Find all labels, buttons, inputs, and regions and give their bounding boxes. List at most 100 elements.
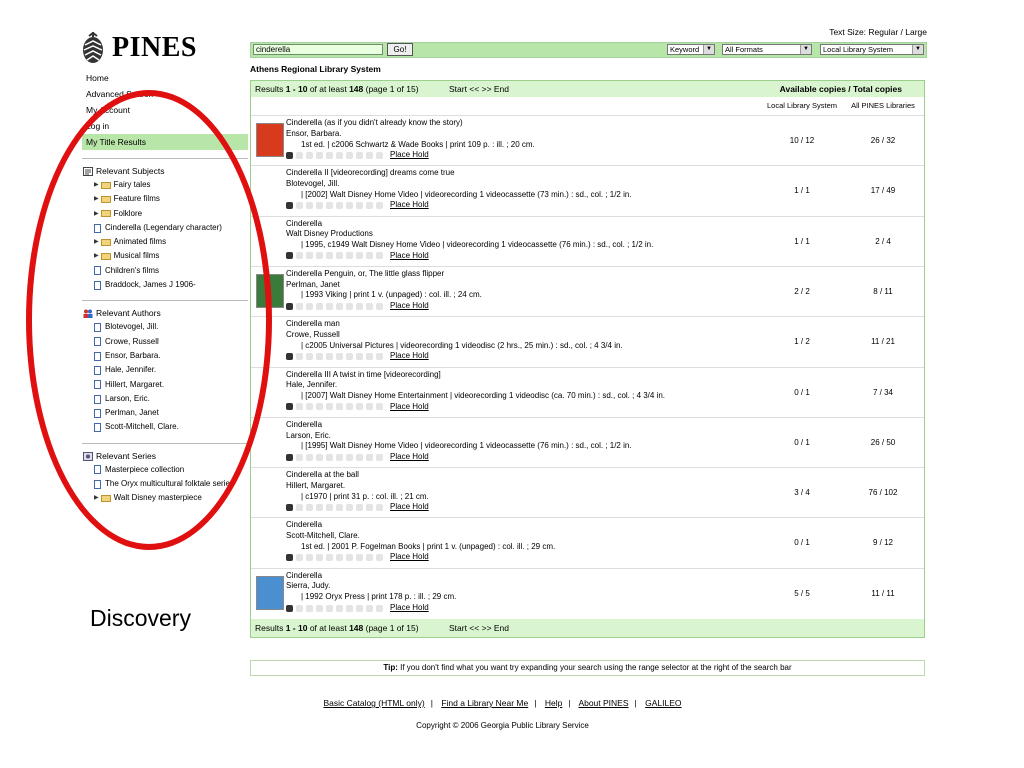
result-title[interactable]: Cinderella II [videorecording] dreams co… <box>286 168 766 179</box>
place-hold-link[interactable]: Place Hold <box>390 402 429 413</box>
format-icon <box>376 252 383 260</box>
result-author[interactable]: Scott-Mitchell, Clare. <box>286 531 766 542</box>
document-icon <box>94 479 101 489</box>
nav-home[interactable]: Home <box>82 70 248 86</box>
subject-item[interactable]: Braddock, James J 1906- <box>82 278 248 292</box>
result-info: Cinderella Walt Disney Productions | 199… <box>286 219 766 261</box>
expand-arrow-icon[interactable]: ▶ <box>94 207 99 221</box>
expand-arrow-icon[interactable]: ▶ <box>94 491 99 505</box>
series-item[interactable]: Masterpiece collection <box>82 463 248 477</box>
cover-thumbnail[interactable] <box>256 123 284 157</box>
result-title[interactable]: Cinderella Penguin, or, The little glass… <box>286 269 766 280</box>
result-details: | 1995, c1949 Walt Disney Home Video | v… <box>301 240 654 250</box>
author-item[interactable]: Blotevogel, Jill. <box>82 320 248 334</box>
format-icon <box>326 353 333 361</box>
series-item[interactable]: The Oryx multicultural folktale series <box>82 477 248 491</box>
format-icon <box>336 353 343 361</box>
subject-item[interactable]: ▶ Folklore <box>82 207 248 221</box>
format-icon <box>326 202 333 210</box>
results-page-nav[interactable]: Start << >> End <box>449 81 509 97</box>
place-hold-link[interactable]: Place Hold <box>390 552 429 563</box>
result-format-icons: Place Hold <box>286 301 766 311</box>
result-title[interactable]: Cinderella at the ball <box>286 470 766 481</box>
expand-arrow-icon[interactable]: ▶ <box>94 192 99 206</box>
result-title[interactable]: Cinderella <box>286 420 766 431</box>
format-icon <box>366 604 373 612</box>
author-item[interactable]: Crowe, Russell <box>82 335 248 349</box>
subject-item[interactable]: ▶ Fairy tales <box>82 178 248 192</box>
all-copies: 11 / 11 <box>871 588 895 598</box>
result-author[interactable]: Sierra, Judy. <box>286 581 766 592</box>
result-title[interactable]: Cinderella <box>286 219 766 230</box>
author-item[interactable]: Hale, Jennifer. <box>82 363 248 377</box>
expand-arrow-icon[interactable]: ▶ <box>94 178 99 192</box>
nav-my-title-results[interactable]: My Title Results <box>82 134 248 150</box>
result-row: Cinderella Sierra, Judy. | 1992 Oryx Pre… <box>251 567 924 618</box>
result-author[interactable]: Hale, Jennifer. <box>286 380 766 391</box>
author-item[interactable]: Larson, Eric. <box>82 392 248 406</box>
search-type-select[interactable]: Keyword ▼ <box>667 44 715 55</box>
text-size-toggle[interactable]: Text Size: Regular / Large <box>829 27 927 37</box>
footer-link-about[interactable]: About PINES <box>578 698 628 708</box>
result-author[interactable]: Blotevogel, Jill. <box>286 179 766 190</box>
pines-logo[interactable]: PINES <box>80 28 220 68</box>
result-title[interactable]: Cinderella (as if you didn't already kno… <box>286 118 766 129</box>
result-info: Cinderella (as if you didn't already kno… <box>286 118 766 160</box>
format-icon <box>336 604 343 612</box>
place-hold-link[interactable]: Place Hold <box>390 452 429 463</box>
subject-item[interactable]: Children's films <box>82 264 248 278</box>
place-hold-link[interactable]: Place Hold <box>390 150 429 161</box>
footer-link-help[interactable]: Help <box>545 698 562 708</box>
format-icon <box>336 202 343 210</box>
place-hold-link[interactable]: Place Hold <box>390 502 429 513</box>
nav-advanced-search[interactable]: Advanced Search <box>82 86 248 102</box>
format-icon <box>316 202 323 210</box>
result-author[interactable]: Crowe, Russell <box>286 330 766 341</box>
place-hold-link[interactable]: Place Hold <box>390 603 429 614</box>
nav-my-account[interactable]: My Account <box>82 102 248 118</box>
scope-select[interactable]: Local Library System ▼ <box>820 44 924 55</box>
format-icon <box>356 353 363 361</box>
footer-link-basic-catalog[interactable]: Basic Catalog (HTML only) <box>323 698 424 708</box>
format-select[interactable]: All Formats ▼ <box>722 44 812 55</box>
footer-link-find-library[interactable]: Find a Library Near Me <box>441 698 528 708</box>
author-item[interactable]: Scott-Mitchell, Clare. <box>82 420 248 434</box>
expand-arrow-icon[interactable]: ▶ <box>94 235 99 249</box>
series-item[interactable]: ▶ Walt Disney masterpiece <box>82 491 248 505</box>
footer-link-galileo[interactable]: GALILEO <box>645 698 681 708</box>
author-item[interactable]: Perlman, Janet <box>82 406 248 420</box>
result-title[interactable]: Cinderella <box>286 520 766 531</box>
result-author[interactable]: Walt Disney Productions <box>286 229 766 240</box>
result-author[interactable]: Ensor, Barbara. <box>286 129 766 140</box>
result-title[interactable]: Cinderella III A twist in time [videorec… <box>286 370 766 381</box>
search-input[interactable]: cinderella <box>253 44 383 55</box>
result-row: Cinderella Walt Disney Productions | 199… <box>251 215 924 266</box>
format-icon <box>366 503 373 511</box>
author-item[interactable]: Ensor, Barbara. <box>82 349 248 363</box>
result-title[interactable]: Cinderella man <box>286 319 766 330</box>
results-page-nav-footer[interactable]: Start << >> End <box>449 619 509 637</box>
place-hold-link[interactable]: Place Hold <box>390 251 429 262</box>
go-button[interactable]: Go! <box>387 43 413 56</box>
subject-item[interactable]: Cinderella (Legendary character) <box>82 221 248 235</box>
result-author[interactable]: Larson, Eric. <box>286 431 766 442</box>
subject-item[interactable]: ▶ Feature films <box>82 192 248 206</box>
cover-thumbnail[interactable] <box>256 273 284 308</box>
place-hold-link[interactable]: Place Hold <box>390 301 429 312</box>
format-icon <box>356 302 363 310</box>
author-item[interactable]: Hillert, Margaret. <box>82 378 248 392</box>
search-bar: cinderella Go! Keyword ▼ All Formats ▼ L… <box>250 42 927 58</box>
expand-arrow-icon[interactable]: ▶ <box>94 249 99 263</box>
cover-thumbnail[interactable] <box>256 575 284 610</box>
local-copies: 0 / 1 <box>794 437 810 447</box>
format-icon <box>306 554 313 562</box>
result-title[interactable]: Cinderella <box>286 571 766 582</box>
result-author[interactable]: Hillert, Margaret. <box>286 481 766 492</box>
subject-item[interactable]: ▶ Animated films <box>82 235 248 249</box>
subject-item[interactable]: ▶ Musical films <box>82 249 248 263</box>
result-author[interactable]: Perlman, Janet <box>286 280 766 291</box>
place-hold-link[interactable]: Place Hold <box>390 200 429 211</box>
nav-log-in[interactable]: Log in <box>82 118 248 134</box>
format-icon <box>316 252 323 260</box>
place-hold-link[interactable]: Place Hold <box>390 351 429 362</box>
